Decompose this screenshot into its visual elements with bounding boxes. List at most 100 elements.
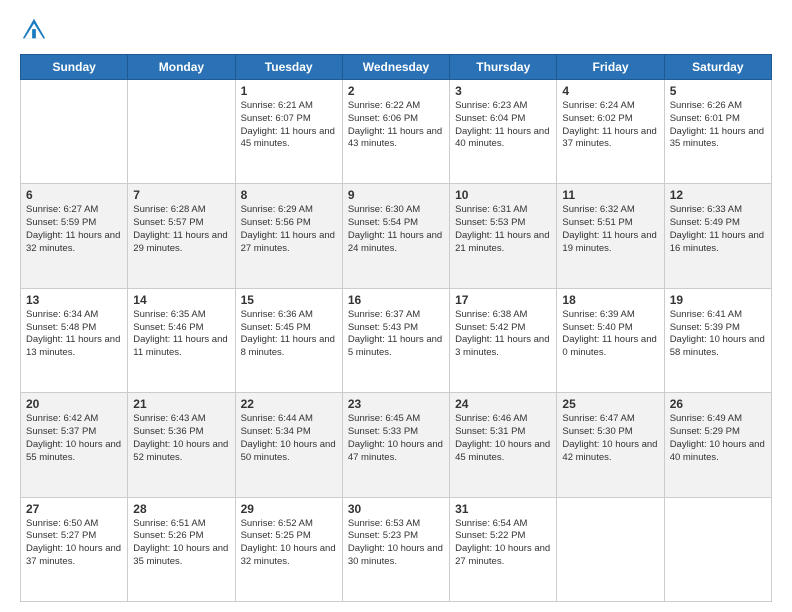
calendar-cell: 3Sunrise: 6:23 AM Sunset: 6:04 PM Daylig… (450, 80, 557, 184)
logo (20, 16, 52, 44)
cell-content: Sunrise: 6:45 AM Sunset: 5:33 PM Dayligh… (348, 413, 444, 464)
cell-content: Sunrise: 6:32 AM Sunset: 5:51 PM Dayligh… (562, 204, 658, 255)
cell-content: Sunrise: 6:53 AM Sunset: 5:23 PM Dayligh… (348, 518, 444, 569)
day-number: 30 (348, 502, 444, 516)
calendar-cell: 20 Sunrise: 6:42 AM Sunset: 5:37 PM Dayli… (21, 393, 128, 497)
cell-content: Sunrise: 6:44 AM Sunset: 5:34 PM Dayligh… (241, 413, 337, 464)
day-number: 7 (133, 188, 229, 202)
calendar-cell: 2Sunrise: 6:22 AM Sunset: 6:06 PM Daylig… (342, 80, 449, 184)
calendar-cell (128, 80, 235, 184)
calendar-cell: 25 Sunrise: 6:47 AM Sunset: 5:30 PM Dayli… (557, 393, 664, 497)
calendar-week-row: 1Sunrise: 6:21 AM Sunset: 6:07 PM Daylig… (21, 80, 772, 184)
cell-content: Sunrise: 6:51 AM Sunset: 5:26 PM Dayligh… (133, 518, 229, 569)
day-number: 13 (26, 293, 122, 307)
calendar-cell: 5 Sunrise: 6:26 AM Sunset: 6:01 PM Daylig… (664, 80, 771, 184)
calendar-cell: 30 Sunrise: 6:53 AM Sunset: 5:23 PM Dayli… (342, 497, 449, 601)
calendar-cell: 9 Sunrise: 6:30 AM Sunset: 5:54 PM Daylig… (342, 184, 449, 288)
day-number: 8 (241, 188, 337, 202)
day-number: 23 (348, 397, 444, 411)
calendar-cell: 12Sunrise: 6:33 AM Sunset: 5:49 PM Dayli… (664, 184, 771, 288)
calendar-cell: 11 Sunrise: 6:32 AM Sunset: 5:51 PM Dayli… (557, 184, 664, 288)
day-number: 29 (241, 502, 337, 516)
calendar-cell: 31 Sunrise: 6:54 AM Sunset: 5:22 PM Dayli… (450, 497, 557, 601)
calendar-week-row: 6 Sunrise: 6:27 AM Sunset: 5:59 PM Daylig… (21, 184, 772, 288)
cell-content: Sunrise: 6:21 AM Sunset: 6:07 PM Dayligh… (241, 100, 337, 151)
calendar-cell: 17 Sunrise: 6:38 AM Sunset: 5:42 PM Dayli… (450, 288, 557, 392)
logo-icon (20, 16, 48, 44)
calendar-cell: 4Sunrise: 6:24 AM Sunset: 6:02 PM Daylig… (557, 80, 664, 184)
day-number: 11 (562, 188, 658, 202)
day-number: 10 (455, 188, 551, 202)
cell-content: Sunrise: 6:47 AM Sunset: 5:30 PM Dayligh… (562, 413, 658, 464)
cell-content: Sunrise: 6:38 AM Sunset: 5:42 PM Dayligh… (455, 309, 551, 360)
cell-content: Sunrise: 6:29 AM Sunset: 5:56 PM Dayligh… (241, 204, 337, 255)
calendar-cell (21, 80, 128, 184)
calendar-week-row: 13 Sunrise: 6:34 AM Sunset: 5:48 PM Dayli… (21, 288, 772, 392)
day-number: 2 (348, 84, 444, 98)
calendar-cell: 13 Sunrise: 6:34 AM Sunset: 5:48 PM Dayli… (21, 288, 128, 392)
calendar-week-row: 27Sunrise: 6:50 AM Sunset: 5:27 PM Dayli… (21, 497, 772, 601)
page-header (20, 16, 772, 44)
calendar-cell: 15 Sunrise: 6:36 AM Sunset: 5:45 PM Dayli… (235, 288, 342, 392)
day-number: 15 (241, 293, 337, 307)
cell-content: Sunrise: 6:28 AM Sunset: 5:57 PM Dayligh… (133, 204, 229, 255)
cell-content: Sunrise: 6:34 AM Sunset: 5:48 PM Dayligh… (26, 309, 122, 360)
weekday-header-sunday: Sunday (21, 55, 128, 80)
weekday-header-wednesday: Wednesday (342, 55, 449, 80)
calendar-cell: 8 Sunrise: 6:29 AM Sunset: 5:56 PM Daylig… (235, 184, 342, 288)
calendar-week-row: 20 Sunrise: 6:42 AM Sunset: 5:37 PM Dayli… (21, 393, 772, 497)
day-number: 25 (562, 397, 658, 411)
day-number: 20 (26, 397, 122, 411)
cell-content: Sunrise: 6:27 AM Sunset: 5:59 PM Dayligh… (26, 204, 122, 255)
cell-content: Sunrise: 6:39 AM Sunset: 5:40 PM Dayligh… (562, 309, 658, 360)
day-number: 28 (133, 502, 229, 516)
calendar-cell: 28 Sunrise: 6:51 AM Sunset: 5:26 PM Dayli… (128, 497, 235, 601)
calendar-table: SundayMondayTuesdayWednesdayThursdayFrid… (20, 54, 772, 602)
day-number: 9 (348, 188, 444, 202)
calendar-cell: 19Sunrise: 6:41 AM Sunset: 5:39 PM Dayli… (664, 288, 771, 392)
day-number: 12 (670, 188, 766, 202)
day-number: 5 (670, 84, 766, 98)
calendar-cell (664, 497, 771, 601)
calendar-cell: 24Sunrise: 6:46 AM Sunset: 5:31 PM Dayli… (450, 393, 557, 497)
calendar-cell: 16 Sunrise: 6:37 AM Sunset: 5:43 PM Dayli… (342, 288, 449, 392)
cell-content: Sunrise: 6:49 AM Sunset: 5:29 PM Dayligh… (670, 413, 766, 464)
day-number: 18 (562, 293, 658, 307)
weekday-header-friday: Friday (557, 55, 664, 80)
cell-content: Sunrise: 6:30 AM Sunset: 5:54 PM Dayligh… (348, 204, 444, 255)
day-number: 21 (133, 397, 229, 411)
day-number: 4 (562, 84, 658, 98)
day-number: 6 (26, 188, 122, 202)
weekday-header-tuesday: Tuesday (235, 55, 342, 80)
calendar-cell: 1Sunrise: 6:21 AM Sunset: 6:07 PM Daylig… (235, 80, 342, 184)
cell-content: Sunrise: 6:46 AM Sunset: 5:31 PM Dayligh… (455, 413, 551, 464)
weekday-header-saturday: Saturday (664, 55, 771, 80)
day-number: 31 (455, 502, 551, 516)
calendar-cell: 21 Sunrise: 6:43 AM Sunset: 5:36 PM Dayli… (128, 393, 235, 497)
calendar-cell: 26 Sunrise: 6:49 AM Sunset: 5:29 PM Dayli… (664, 393, 771, 497)
day-number: 26 (670, 397, 766, 411)
day-number: 17 (455, 293, 551, 307)
cell-content: Sunrise: 6:43 AM Sunset: 5:36 PM Dayligh… (133, 413, 229, 464)
calendar-cell: 22Sunrise: 6:44 AM Sunset: 5:34 PM Dayli… (235, 393, 342, 497)
day-number: 3 (455, 84, 551, 98)
cell-content: Sunrise: 6:26 AM Sunset: 6:01 PM Dayligh… (670, 100, 766, 151)
cell-content: Sunrise: 6:37 AM Sunset: 5:43 PM Dayligh… (348, 309, 444, 360)
day-number: 14 (133, 293, 229, 307)
day-number: 27 (26, 502, 122, 516)
calendar-cell: 7 Sunrise: 6:28 AM Sunset: 5:57 PM Daylig… (128, 184, 235, 288)
cell-content: Sunrise: 6:54 AM Sunset: 5:22 PM Dayligh… (455, 518, 551, 569)
day-number: 16 (348, 293, 444, 307)
calendar-cell (557, 497, 664, 601)
weekday-header-monday: Monday (128, 55, 235, 80)
cell-content: Sunrise: 6:41 AM Sunset: 5:39 PM Dayligh… (670, 309, 766, 360)
weekday-header-thursday: Thursday (450, 55, 557, 80)
calendar-cell: 23 Sunrise: 6:45 AM Sunset: 5:33 PM Dayli… (342, 393, 449, 497)
cell-content: Sunrise: 6:35 AM Sunset: 5:46 PM Dayligh… (133, 309, 229, 360)
cell-content: Sunrise: 6:36 AM Sunset: 5:45 PM Dayligh… (241, 309, 337, 360)
calendar-cell: 29Sunrise: 6:52 AM Sunset: 5:25 PM Dayli… (235, 497, 342, 601)
cell-content: Sunrise: 6:31 AM Sunset: 5:53 PM Dayligh… (455, 204, 551, 255)
cell-content: Sunrise: 6:42 AM Sunset: 5:37 PM Dayligh… (26, 413, 122, 464)
calendar-cell: 14 Sunrise: 6:35 AM Sunset: 5:46 PM Dayli… (128, 288, 235, 392)
weekday-header-row: SundayMondayTuesdayWednesdayThursdayFrid… (21, 55, 772, 80)
